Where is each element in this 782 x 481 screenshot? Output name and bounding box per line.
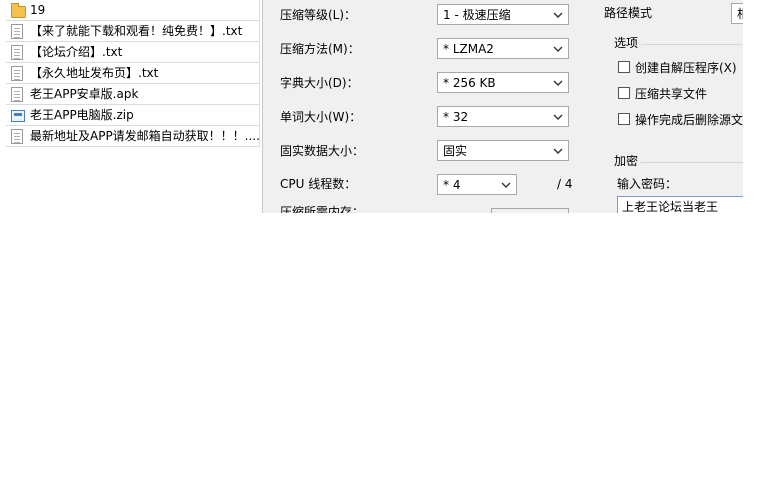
- options-group-divider: [641, 44, 743, 45]
- checkbox-box[interactable]: [618, 113, 630, 125]
- file-name: 最新地址及APP请发邮箱自动获取！！！....: [30, 129, 260, 143]
- dictionary-size-label: 字典大小(D)：: [280, 76, 359, 90]
- file-name: 19: [30, 3, 46, 17]
- compression-level-value: 1 - 极速压缩: [443, 8, 511, 22]
- file-name: 老王APP安卓版.apk: [30, 87, 139, 101]
- compression-method-select[interactable]: * LZMA2: [437, 38, 569, 59]
- chevron-down-icon: [501, 180, 511, 190]
- zip-file-icon: [11, 110, 25, 122]
- cpu-threads-value: * 4: [443, 178, 461, 192]
- solid-block-size-select[interactable]: 固实: [437, 140, 569, 161]
- compression-method-label: 压缩方法(M)：: [280, 42, 360, 56]
- chevron-down-icon: [553, 78, 563, 88]
- file-row-forum-intro-txt[interactable]: 【论坛介绍】.txt: [6, 42, 260, 63]
- compress-shared-files-label: 压缩共享文件: [635, 87, 708, 101]
- compression-level-select[interactable]: 1 - 极速压缩: [437, 4, 569, 25]
- checkbox-box[interactable]: [618, 87, 630, 99]
- dictionary-size-value: * 256 KB: [443, 76, 496, 90]
- chevron-down-icon: [553, 10, 563, 20]
- solid-block-size-value: 固实: [443, 144, 468, 158]
- folder-icon: [11, 3, 26, 18]
- checkbox-box[interactable]: [618, 61, 630, 73]
- file-row-zip[interactable]: 老王APP电脑版.zip: [6, 105, 260, 126]
- chevron-down-icon: [553, 44, 563, 54]
- file-name: 【来了就能下载和观看！纯免费！】.txt: [30, 24, 243, 38]
- text-file-icon: [11, 45, 23, 60]
- word-size-value: * 32: [443, 110, 469, 124]
- password-value: 上老王论坛当老王: [622, 200, 719, 213]
- options-group-title: 选项: [614, 36, 639, 50]
- password-label: 输入密码：: [617, 177, 678, 191]
- password-input[interactable]: 上老王论坛当老王: [617, 196, 743, 213]
- file-name: 【永久地址发布页】.txt: [30, 66, 159, 80]
- cpu-threads-total: / 4: [557, 177, 573, 191]
- solid-block-size-label: 固实数据大小：: [280, 144, 365, 158]
- encryption-group-divider: [641, 162, 743, 163]
- file-row-free-txt[interactable]: 【来了就能下载和观看！纯免费！】.txt: [6, 21, 260, 42]
- dictionary-size-select[interactable]: * 256 KB: [437, 72, 569, 93]
- file-list: 19 【来了就能下载和观看！纯免费！】.txt 【论坛介绍】.txt 【永久地址…: [6, 0, 260, 147]
- create-sfx-label: 创建自解压程序(X): [635, 61, 737, 75]
- memory-usage-field: [491, 208, 569, 213]
- cpu-threads-select[interactable]: * 4: [437, 174, 517, 195]
- delete-after-compression-label: 操作完成后删除源文件: [635, 113, 743, 127]
- text-file-icon: [11, 66, 23, 81]
- compression-level-label: 压缩等级(L)：: [280, 8, 357, 22]
- file-name: 老王APP电脑版.zip: [30, 108, 134, 122]
- compression-dialog: 压缩等级(L)： 1 - 极速压缩 压缩方法(M)： * LZMA2 字典大小(…: [262, 0, 743, 213]
- cpu-threads-label: CPU 线程数：: [280, 177, 357, 191]
- file-icon: [11, 87, 23, 102]
- text-file-icon: [11, 129, 23, 144]
- encryption-group-title: 加密: [614, 154, 639, 168]
- file-row-apk[interactable]: 老王APP安卓版.apk: [6, 84, 260, 105]
- memory-usage-label: 压缩所需内存：: [280, 205, 365, 213]
- chevron-down-icon: [553, 146, 563, 156]
- word-size-select[interactable]: * 32: [437, 106, 569, 127]
- path-mode-label: 路径模式: [604, 6, 653, 20]
- path-mode-select[interactable]: 相: [731, 3, 743, 24]
- path-mode-value: 相: [737, 6, 743, 22]
- chevron-down-icon: [553, 112, 563, 122]
- compression-method-value: * LZMA2: [443, 42, 494, 56]
- file-name: 【论坛介绍】.txt: [30, 45, 123, 59]
- text-file-icon: [11, 24, 23, 39]
- word-size-label: 单词大小(W)：: [280, 110, 362, 124]
- file-row-folder-19[interactable]: 19: [6, 0, 260, 21]
- file-row-permanent-address-txt[interactable]: 【永久地址发布页】.txt: [6, 63, 260, 84]
- file-row-latest-address[interactable]: 最新地址及APP请发邮箱自动获取！！！....: [6, 126, 260, 147]
